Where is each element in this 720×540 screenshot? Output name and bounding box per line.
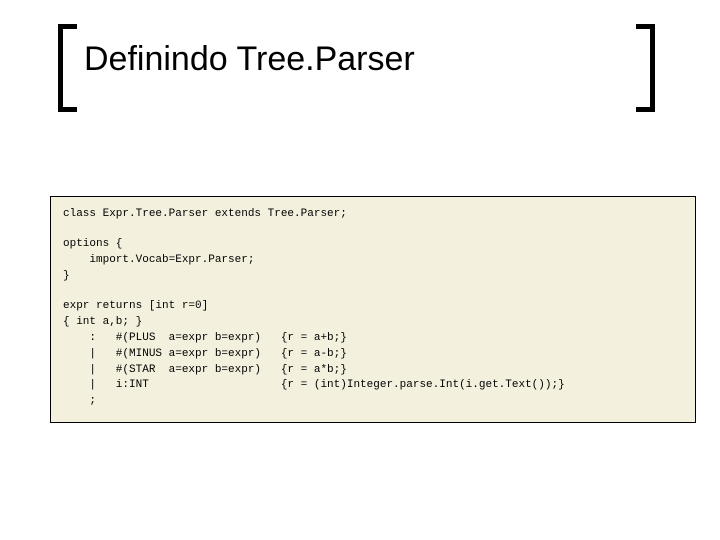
slide: Definindo Tree.Parser class Expr.Tree.Pa… [0, 0, 720, 540]
code-line: import.Vocab=Expr.Parser; [63, 253, 683, 269]
code-line: | #(MINUS a=expr b=expr) {r = a-b;} [63, 347, 683, 363]
code-box: class Expr.Tree.Parser extends Tree.Pars… [50, 196, 696, 423]
code-line: { int a,b; } [63, 315, 683, 331]
code-line: expr returns [int r=0] [63, 299, 683, 315]
title-bracket-right [636, 24, 655, 112]
code-line: ; [63, 394, 683, 410]
code-line: | i:INT {r = (int)Integer.parse.Int(i.ge… [63, 378, 683, 394]
code-line: : #(PLUS a=expr b=expr) {r = a+b;} [63, 331, 683, 347]
title-bracket-left [58, 24, 77, 112]
code-line: class Expr.Tree.Parser extends Tree.Pars… [63, 207, 683, 223]
slide-title: Definindo Tree.Parser [84, 40, 415, 79]
code-line: } [63, 269, 683, 285]
code-line: | #(STAR a=expr b=expr) {r = a*b;} [63, 363, 683, 379]
code-line: options { [63, 237, 683, 253]
